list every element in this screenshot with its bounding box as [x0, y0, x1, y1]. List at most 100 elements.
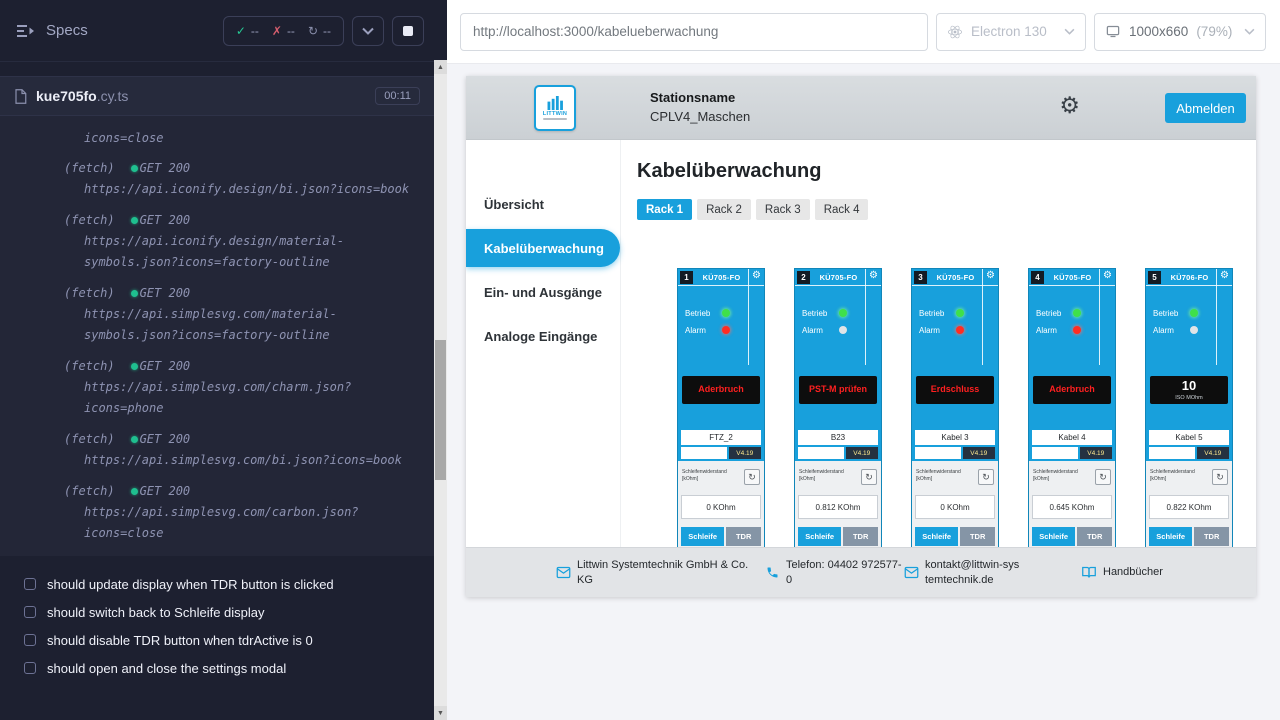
betrieb-led	[956, 309, 964, 317]
log-overflow-line: icons=close	[64, 128, 420, 149]
url-input[interactable]: http://localhost:3000/kabelueberwachung	[460, 13, 928, 51]
betrieb-led	[1190, 309, 1198, 317]
cable-name-field[interactable]: B23	[798, 430, 878, 445]
betrieb-label: Betrieb	[1153, 309, 1190, 318]
runner-scrollbar[interactable]: ▲ ▼	[434, 60, 447, 720]
betrieb-label: Betrieb	[802, 309, 839, 318]
measure-value: 0 KOhm	[681, 495, 761, 519]
runner-header: Specs ✓-- ✗-- ↻--	[0, 0, 434, 62]
refresh-button[interactable]: ↻	[1095, 469, 1111, 485]
viewport-select[interactable]: 1000x660 (79%)	[1094, 13, 1266, 51]
device-number: 2	[797, 271, 810, 284]
betrieb-led	[722, 309, 730, 317]
device-cards: 1 KÜ705-FO ⚙ Betrieb Alarm Aderbruch	[677, 268, 1256, 547]
spare-field	[915, 447, 961, 459]
app-content: Kabelüberwachung Rack 1 Rack 2 Rack 3 Ra…	[621, 140, 1256, 547]
device-number: 1	[680, 271, 693, 284]
sidebar-item-uebersicht[interactable]: Übersicht	[466, 182, 620, 226]
tdr-button[interactable]: TDR	[1077, 527, 1112, 546]
tab-rack-2[interactable]: Rack 2	[697, 199, 751, 220]
logo-mark-icon	[546, 96, 564, 110]
refresh-button[interactable]: ↻	[1212, 469, 1228, 485]
footer-phone: Telefon: 04402 972577-0	[765, 558, 904, 587]
firmware-version: V4.19	[963, 447, 996, 459]
scroll-up-arrow[interactable]: ▲	[434, 60, 447, 74]
stop-button[interactable]	[392, 16, 424, 46]
alarm-label: Alarm	[685, 326, 722, 335]
schleife-button[interactable]: Schleife	[798, 527, 841, 546]
browser-select[interactable]: Electron 130	[936, 13, 1086, 51]
sidebar-item-kabelueberwachung[interactable]: Kabelüberwachung	[466, 229, 620, 267]
schleife-button[interactable]: Schleife	[681, 527, 724, 546]
app-body: Übersicht Kabelüberwachung Ein- und Ausg…	[466, 140, 1256, 547]
station-label: Stationsname	[650, 90, 750, 105]
refresh-button[interactable]: ↻	[744, 469, 760, 485]
sidebar-item-analoge-eingaenge[interactable]: Analoge Eingänge	[466, 314, 620, 358]
test-item[interactable]: should update display when TDR button is…	[24, 570, 420, 598]
schleife-button[interactable]: Schleife	[1032, 527, 1075, 546]
schleife-button[interactable]: Schleife	[915, 527, 958, 546]
measurement-section: Schleifenwiderstand [kOhm] ↻ 0 KOhm Schl…	[678, 461, 764, 547]
stop-icon	[403, 26, 413, 36]
divider	[865, 269, 866, 365]
betrieb-label: Betrieb	[919, 309, 956, 318]
collapse-button[interactable]	[352, 16, 384, 46]
footer-email[interactable]: kontakt@littwin-systemtechnik.de	[904, 558, 1021, 587]
device-card-5: 5 KÜ706-FO ⚙ Betrieb Alarm 10	[1145, 268, 1233, 547]
tab-rack-3[interactable]: Rack 3	[756, 199, 810, 220]
schleife-button[interactable]: Schleife	[1149, 527, 1192, 546]
sidebar-toggle-icon	[16, 24, 36, 38]
log-entry: (fetch)GET 200 https://api.simplesvg.com…	[64, 283, 420, 346]
tab-rack-1[interactable]: Rack 1	[637, 199, 692, 220]
specs-menu[interactable]: Specs	[16, 22, 88, 39]
betrieb-led	[1073, 309, 1081, 317]
spec-file-header[interactable]: kue705fo.cy.ts 00:11	[0, 76, 434, 116]
screen: Specs ✓-- ✗-- ↻-- kue705fo.cy.ts 00:11 i…	[0, 0, 1280, 720]
refresh-button[interactable]: ↻	[861, 469, 877, 485]
scroll-down-arrow[interactable]: ▼	[434, 706, 447, 720]
stat-failed: ✗--	[272, 24, 295, 38]
tdr-button[interactable]: TDR	[960, 527, 995, 546]
sidebar-item-ein-und-ausgaenge[interactable]: Ein- und Ausgänge	[466, 270, 620, 314]
cable-name-field[interactable]: FTZ_2	[681, 430, 761, 445]
footer-manuals[interactable]: Handbücher	[1081, 565, 1163, 580]
log-entry: (fetch)GET 200 https://api.simplesvg.com…	[64, 481, 420, 544]
measure-label: Schleifenwiderstand [kOhm]	[1033, 469, 1091, 482]
device-card-4: 4 KÜ705-FO ⚙ Betrieb Alarm Aderbruch	[1028, 268, 1116, 547]
tab-rack-4[interactable]: Rack 4	[815, 199, 869, 220]
device-gear-icon[interactable]: ⚙	[1220, 271, 1229, 281]
file-icon	[14, 89, 27, 104]
tdr-button[interactable]: TDR	[726, 527, 761, 546]
station-name: CPLV4_Maschen	[650, 109, 750, 124]
logout-button[interactable]: Abmelden	[1165, 93, 1246, 123]
scrollbar-thumb[interactable]	[435, 340, 446, 480]
device-gear-icon[interactable]: ⚙	[869, 271, 878, 281]
cable-name-field[interactable]: Kabel 4	[1032, 430, 1112, 445]
device-gear-icon[interactable]: ⚙	[1103, 271, 1112, 281]
device-gear-icon[interactable]: ⚙	[752, 271, 761, 281]
status-display: 10 ISO MOhm	[1150, 376, 1228, 404]
test-item[interactable]: should disable TDR button when tdrActive…	[24, 626, 420, 654]
checkbox-icon	[24, 606, 36, 618]
logo-subtext	[543, 118, 567, 120]
tdr-button[interactable]: TDR	[1194, 527, 1229, 546]
test-item[interactable]: should open and close the settings modal	[24, 654, 420, 682]
test-stats: ✓-- ✗-- ↻--	[223, 16, 344, 46]
refresh-button[interactable]: ↻	[978, 469, 994, 485]
alarm-led	[722, 326, 730, 334]
test-item[interactable]: should switch back to Schleife display	[24, 598, 420, 626]
preview-toolbar: http://localhost:3000/kabelueberwachung …	[447, 0, 1280, 64]
footer-company: Littwin Systemtechnik GmbH & Co. KG	[556, 558, 765, 587]
device-card-1: 1 KÜ705-FO ⚙ Betrieb Alarm Aderbruch	[677, 268, 765, 547]
command-log[interactable]: icons=close (fetch)GET 200 https://api.i…	[0, 116, 434, 556]
tdr-button[interactable]: TDR	[843, 527, 878, 546]
cable-name-field[interactable]: Kabel 3	[915, 430, 995, 445]
settings-gear-icon[interactable]: ⚙	[1059, 94, 1080, 117]
device-gear-icon[interactable]: ⚙	[986, 271, 995, 281]
checkbox-icon	[24, 662, 36, 674]
alarm-label: Alarm	[919, 326, 956, 335]
log-entry: (fetch)GET 200 https://api.simplesvg.com…	[64, 356, 420, 419]
viewport-icon	[1105, 24, 1121, 39]
log-entry: (fetch)GET 200 https://api.iconify.desig…	[64, 158, 420, 200]
cable-name-field[interactable]: Kabel 5	[1149, 430, 1229, 445]
